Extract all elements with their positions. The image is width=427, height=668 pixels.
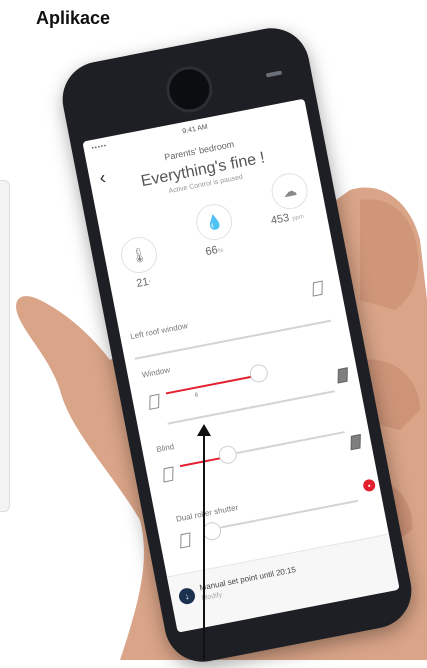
blind-track (236, 431, 345, 454)
device-label-window: Left roof window (129, 321, 189, 342)
shutter-track (220, 499, 359, 528)
window-open-icon (337, 367, 348, 384)
window-slider-knob[interactable] (248, 362, 270, 384)
thermometer-icon: 🌡 (117, 233, 161, 277)
co2-value: 453 ppm (269, 211, 305, 228)
blind-slider-knob[interactable] (217, 444, 239, 466)
camera (162, 62, 217, 117)
co2-cloud-icon: ☁ (268, 170, 311, 213)
humidity-drop-icon: 💧 (193, 201, 236, 244)
annotation-arrow-line (203, 432, 205, 660)
blind-open-icon (163, 466, 174, 483)
shutter-open-icon (180, 532, 191, 549)
speaker (265, 70, 283, 78)
manual-setpoint-text: Manual set point until 20:15 (198, 564, 297, 593)
temperature-value: 21° (135, 275, 152, 290)
device-label-shutter: Dual roller shutter (175, 502, 239, 524)
window-slider-marker: 6 (194, 392, 199, 399)
window-track-lower (167, 390, 335, 425)
window-control-label: Window (141, 365, 171, 380)
blind-closed-icon (350, 434, 361, 451)
download-icon: ↓ (177, 586, 197, 606)
manual-setpoint-bar[interactable]: ↓ Manual set point until 20:15 Modify (166, 533, 400, 633)
window-closed-icon (149, 393, 160, 410)
device-label-blind: Blind (155, 441, 175, 455)
alert-badge-icon[interactable]: • (362, 478, 377, 493)
annotation-arrow-head (197, 424, 211, 436)
roof-window-icon (312, 280, 323, 297)
blind-slider-fill (179, 457, 222, 468)
window-slider-fill (165, 375, 255, 395)
humidity-value: 66% (204, 244, 224, 259)
